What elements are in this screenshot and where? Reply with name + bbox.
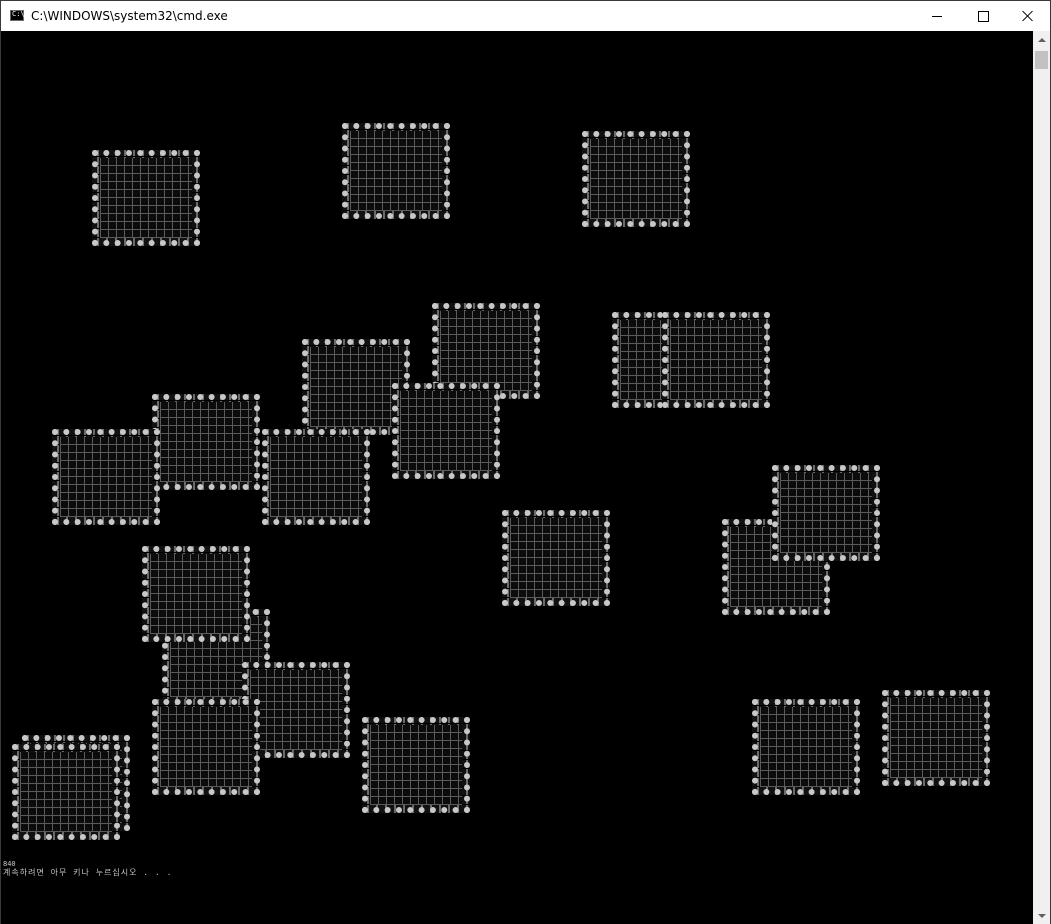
minimize-button[interactable] [914,1,960,31]
block [262,429,370,525]
cmd-icon-text: C:\ [12,10,25,18]
block [12,744,120,840]
block [392,383,500,479]
minimize-icon [932,15,942,17]
block [662,312,770,408]
block [152,699,260,795]
block [92,150,200,246]
maximize-button[interactable] [960,1,1006,31]
chevron-down-icon [1037,913,1046,918]
count-text: 840 [3,860,16,868]
vertical-scrollbar[interactable] [1033,31,1050,924]
cmd-icon[interactable]: C:\ [10,10,25,21]
console-output[interactable]: 840 계속하려면 아무 키나 누르십시오 . . . [1,31,1033,924]
block [502,510,610,606]
maximize-icon [977,10,989,22]
scroll-thumb[interactable] [1035,51,1048,69]
block [582,131,690,227]
console-window: C:\ C:\WINDOWS\system32\cmd.exe 840 계속하려… [0,0,1051,924]
scroll-down-button[interactable] [1033,907,1050,924]
title-bar[interactable]: C:\ C:\WINDOWS\system32\cmd.exe [1,1,1050,31]
block [142,546,250,642]
window-title: C:\WINDOWS\system32\cmd.exe [31,9,228,23]
block [52,429,160,525]
close-button[interactable] [1005,1,1051,31]
chevron-up-icon [1037,37,1046,42]
block [882,690,990,786]
block [752,699,860,795]
block [362,717,470,813]
block [772,465,880,561]
block [152,394,260,490]
block [342,123,450,219]
scroll-up-button[interactable] [1033,31,1050,48]
press-any-key-prompt: 계속하려면 아무 키나 누르십시오 . . . [3,868,173,877]
close-icon [1022,10,1034,22]
